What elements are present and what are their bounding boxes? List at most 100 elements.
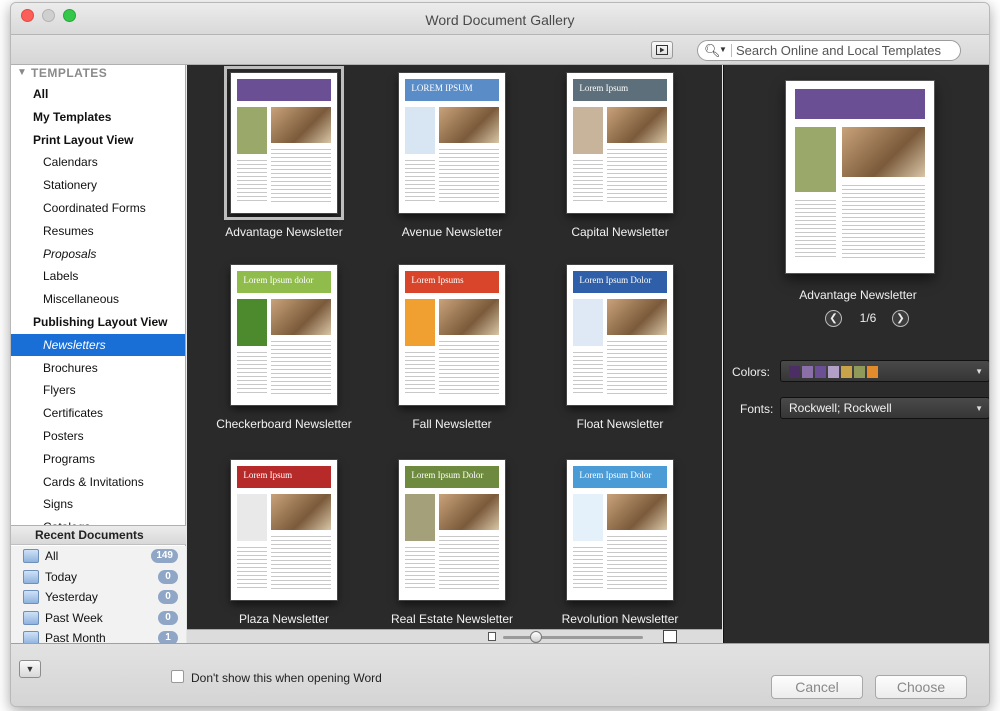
sidebar-item-coordinated-forms[interactable]: Coordinated Forms <box>11 197 185 219</box>
sidebar-item-miscellaneous[interactable]: Miscellaneous <box>11 288 185 310</box>
sidebar-item-label: Cards & Invitations <box>43 474 144 489</box>
action-menu-button[interactable]: ▼ <box>19 660 41 678</box>
fonts-label: Fonts: <box>740 402 774 416</box>
thumb-masthead <box>237 78 331 101</box>
thumb-text-lines <box>405 546 436 589</box>
slideshow-button[interactable] <box>651 41 673 59</box>
sidebar-item-resumes[interactable]: Resumes <box>11 220 185 242</box>
template-thumbnail-checkerboard-newsletter[interactable]: Lorem Ipsum dolor <box>231 265 337 405</box>
thumb-text-lines <box>271 148 331 202</box>
preview-template-name: Advantage Newsletter <box>799 288 917 302</box>
calendar-icon <box>23 610 39 625</box>
choose-button[interactable]: Choose <box>875 675 967 699</box>
sidebar-item-posters[interactable]: Posters <box>11 425 185 447</box>
sidebar-item-calendars[interactable]: Calendars <box>11 151 185 173</box>
thumb-photo <box>439 493 499 530</box>
zoom-bar <box>187 629 722 643</box>
next-page-button[interactable]: ❯ <box>892 310 909 327</box>
thumb-text-lines <box>271 340 331 394</box>
thumb-heading: Lorem Ipsum <box>243 469 293 480</box>
template-thumbnail-fall-newsletter[interactable]: Lorem Ipsums <box>399 265 505 405</box>
sidebar-item-label: Calendars <box>43 155 98 170</box>
thumb-text-lines <box>439 148 499 202</box>
large-thumbnail-icon[interactable] <box>663 630 677 643</box>
recent-past-week[interactable]: Past Week 0 <box>11 608 186 628</box>
thumb-text-lines <box>271 535 331 589</box>
recent-today[interactable]: Today 0 <box>11 567 186 587</box>
thumb-photo <box>607 298 667 335</box>
thumb-heading: Lorem Ipsum Dolor <box>579 469 652 480</box>
template-name-label: Float Newsletter <box>576 417 664 431</box>
color-swatch <box>815 366 826 378</box>
chevron-down-icon[interactable]: ▼ <box>719 45 727 54</box>
search-box[interactable]: 🔍︎ ▼ <box>697 40 961 61</box>
template-name-label: Plaza Newsletter <box>238 612 330 626</box>
template-name-label: Advantage Newsletter <box>225 225 343 239</box>
template-thumbnail-float-newsletter[interactable]: Lorem Ipsum Dolor <box>567 265 673 405</box>
thumb-text-lines <box>573 159 604 202</box>
thumb-text-lines <box>405 351 436 394</box>
cancel-button[interactable]: Cancel <box>771 675 863 699</box>
search-input[interactable] <box>736 43 956 58</box>
template-thumbnail-revolution-newsletter[interactable]: Lorem Ipsum Dolor <box>567 460 673 600</box>
sidebar-item-my-templates[interactable]: My Templates <box>11 106 185 128</box>
sidebar-item-proposals[interactable]: Proposals <box>11 243 185 265</box>
sidebar-item-publishing-layout-view[interactable]: Publishing Layout View <box>11 311 185 333</box>
sidebar-item-cards-invitations[interactable]: Cards & Invitations <box>11 471 185 493</box>
thumb-photo <box>607 106 667 143</box>
disclosure-triangle-icon[interactable]: ▼ <box>17 67 27 78</box>
thumb-sidebar-block <box>573 106 604 155</box>
colors-dropdown[interactable]: ▼ <box>780 360 989 382</box>
thumb-text-lines <box>405 159 436 202</box>
template-gallery: Advantage Newsletter LOREM IPSUM Avenue Ne… <box>187 65 722 629</box>
thumb-masthead: Lorem Ipsum <box>573 78 667 101</box>
template-thumbnail-advantage-newsletter[interactable] <box>224 66 344 220</box>
sidebar-item-label: Resumes <box>43 223 94 238</box>
colors-label: Colors: <box>732 365 771 379</box>
sidebar-item-label: Labels <box>43 269 79 284</box>
thumb-heading: Lorem Ipsum <box>579 82 629 93</box>
fonts-value: Rockwell; Rockwell <box>789 401 892 415</box>
thumb-sidebar-block <box>405 298 436 347</box>
page-indicator: 1/6 <box>859 311 877 325</box>
sidebar-item-certificates[interactable]: Certificates <box>11 402 185 424</box>
small-thumbnail-icon[interactable] <box>488 632 496 641</box>
thumb-masthead: Lorem Ipsum Dolor <box>573 270 667 293</box>
template-name-label: Real Estate Newsletter <box>390 612 514 626</box>
sidebar-item-programs[interactable]: Programs <box>11 448 185 470</box>
fonts-dropdown[interactable]: Rockwell; Rockwell ▼ <box>780 397 989 419</box>
templates-section-header[interactable]: ▼ TEMPLATES <box>11 65 186 83</box>
sidebar-item-flyers[interactable]: Flyers <box>11 379 185 401</box>
chevron-down-icon: ▼ <box>975 367 983 376</box>
template-name-label: Revolution Newsletter <box>561 612 679 626</box>
thumb-sidebar-block <box>237 298 268 347</box>
previous-page-button[interactable]: ❮ <box>825 310 842 327</box>
count-badge: 0 <box>158 590 178 604</box>
sidebar-item-newsletters[interactable]: Newsletters <box>11 333 185 356</box>
sidebar-item-print-layout-view[interactable]: Print Layout View <box>11 129 185 151</box>
dont-show-checkbox[interactable] <box>171 670 184 683</box>
zoom-slider-knob[interactable] <box>530 631 542 643</box>
sidebar-item-all[interactable]: All <box>11 83 185 105</box>
sidebar-item-labels[interactable]: Labels <box>11 265 185 287</box>
template-thumbnail-avenue-newsletter[interactable]: LOREM IPSUM <box>399 73 505 213</box>
sidebar-item-label: All <box>33 87 49 101</box>
zoom-slider-track[interactable] <box>503 636 643 639</box>
thumb-text-lines <box>439 535 499 589</box>
recent-all[interactable]: All 149 <box>11 546 186 566</box>
color-swatch <box>828 366 839 378</box>
template-thumbnail-real-estate-newsletter[interactable]: Lorem Ipsum Dolor <box>399 460 505 600</box>
thumb-text-lines <box>794 200 837 258</box>
template-thumbnail-capital-newsletter[interactable]: Lorem Ipsum <box>567 73 673 213</box>
sidebar-item-stationery[interactable]: Stationery <box>11 174 185 196</box>
thumb-text-lines <box>607 148 667 202</box>
template-thumbnail-plaza-newsletter[interactable]: Lorem Ipsum <box>231 460 337 600</box>
sidebar-item-label: Print Layout View <box>33 132 134 147</box>
title-bar: Word Document Gallery <box>11 3 989 35</box>
sidebar-item-signs[interactable]: Signs <box>11 493 185 515</box>
sidebar-item-label: Flyers <box>43 383 76 398</box>
thumb-heading: Lorem Ipsums <box>411 274 464 285</box>
recent-yesterday[interactable]: Yesterday 0 <box>11 587 186 607</box>
thumb-photo <box>842 127 926 177</box>
sidebar-item-brochures[interactable]: Brochures <box>11 357 185 379</box>
